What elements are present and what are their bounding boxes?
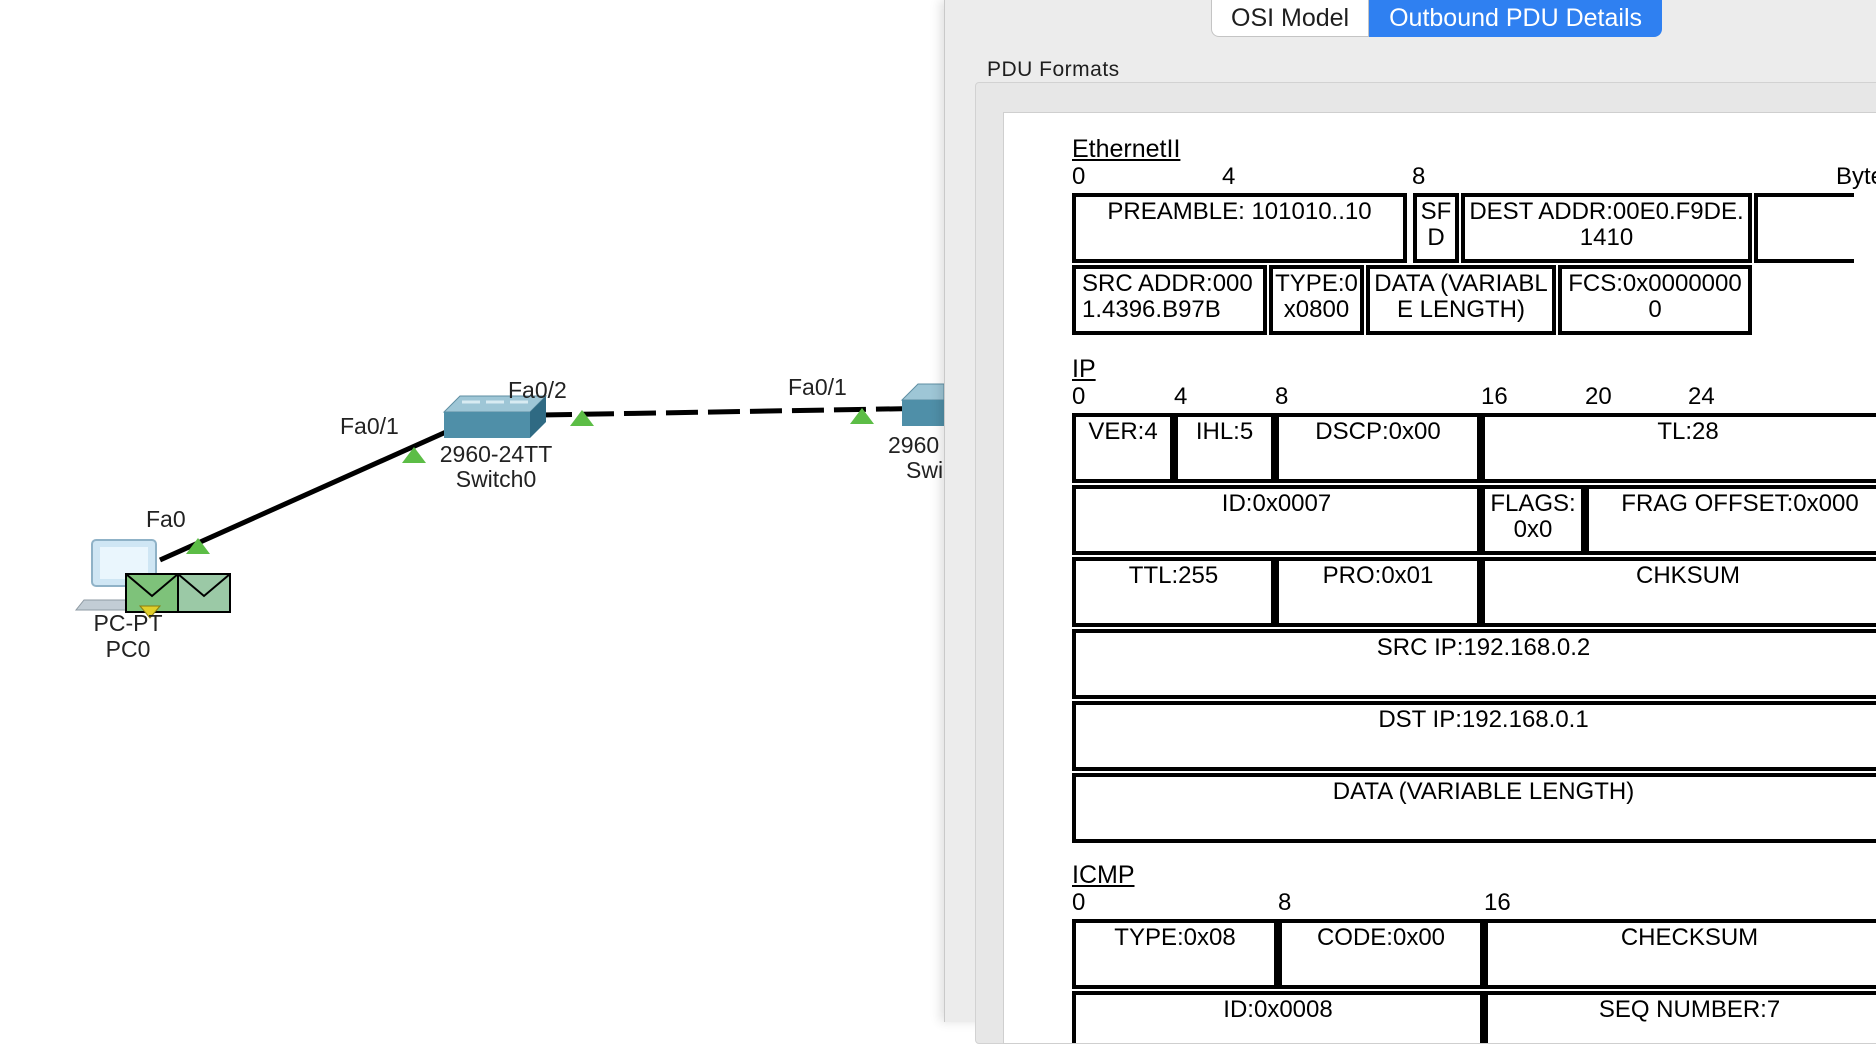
icmp-identifier-field: ID:0x0008 [1072, 991, 1484, 1043]
icmp-section-title: ICMP [1072, 861, 1135, 889]
topology-canvas[interactable]: Fa0/1 Fa0/2 Fa0/1 Fa0 2960-24TT Switch0 … [0, 0, 944, 1022]
port-label-switch0-fa02: Fa0/2 [508, 377, 567, 403]
ethernet-data-field: DATA (VARIABLE LENGTH) [1366, 265, 1556, 335]
ip-destination-address-field: DST IP:192.168.0.1 [1072, 701, 1876, 771]
pdu-formats-label: PDU Formats [987, 58, 1120, 81]
icmp-checksum-field: CHECKSUM [1484, 919, 1876, 989]
tab-outbound-pdu-details[interactable]: Outbound PDU Details [1369, 0, 1663, 37]
ethernet-continuation-field [1754, 193, 1854, 263]
icmp-code-field: CODE:0x00 [1278, 919, 1484, 989]
ethernet-offset: 0 [1072, 163, 1086, 190]
switch1-icon [900, 383, 944, 426]
ip-total-length-field: TL:28 [1481, 413, 1876, 483]
ip-offset: 24 [1688, 383, 1715, 410]
tab-bar: OSI Model Outbound PDU Details [1211, 0, 1663, 37]
icmp-type-field: TYPE:0x08 [1072, 919, 1278, 989]
ip-ihl-field: IHL:5 [1174, 413, 1275, 483]
icmp-offset: 8 [1278, 889, 1292, 916]
ethernet-dest-addr-field: DEST ADDR:00E0.F9DE.1410 [1461, 193, 1752, 263]
ethernet-section-title: EthernetII [1072, 135, 1181, 163]
device-name-pc0: PC0 [105, 636, 151, 662]
ip-identification-field: ID:0x0007 [1072, 485, 1481, 555]
topology-drawing [74, 383, 944, 619]
ethernet-unit-label: Bytes [1836, 163, 1876, 190]
ip-offset: 16 [1481, 383, 1508, 410]
ip-flags-field: FLAGS:0x0 [1481, 485, 1585, 555]
ip-dscp-field: DSCP:0x00 [1275, 413, 1481, 483]
ethernet-type-field: TYPE:0x0800 [1269, 265, 1364, 335]
pdu-information-window: OSI Model Outbound PDU Details PDU Forma… [944, 0, 1876, 1044]
device-model-pc0: PC-PT [93, 610, 163, 636]
ethernet-src-addr-field: SRC ADDR:0001.4396.B97B [1072, 265, 1267, 335]
ip-checksum-field: CHKSUM [1481, 557, 1876, 627]
link-switch0-switch1 [539, 405, 944, 418]
ip-source-address-field: SRC IP:192.168.0.2 [1072, 629, 1876, 699]
ip-fragment-offset-field: FRAG OFFSET:0x000 [1585, 485, 1876, 555]
ip-version-field: VER:4 [1072, 413, 1174, 483]
device-model-switch0: 2960-24TT [439, 441, 553, 467]
pdu-envelope-icon [177, 573, 231, 613]
port-label-switch1-fa01: Fa0/1 [788, 374, 847, 400]
port-label-switch0-fa01: Fa0/1 [340, 413, 399, 439]
ethernet-sfd-field: SFD [1413, 193, 1459, 263]
ip-data-field: DATA (VARIABLE LENGTH) [1072, 773, 1876, 843]
link-pc0-switch0 [158, 429, 448, 563]
icmp-offset: 0 [1072, 889, 1086, 916]
ip-offset: 0 [1072, 383, 1086, 410]
port-label-pc0-fa0: Fa0 [146, 506, 186, 532]
ip-protocol-field: PRO:0x01 [1275, 557, 1481, 627]
ethernet-preamble-field: PREAMBLE: 101010..10 [1072, 193, 1407, 263]
icmp-sequence-number-field: SEQ NUMBER:7 [1484, 991, 1876, 1043]
ethernet-offset: 4 [1222, 163, 1236, 190]
ethernet-offset: 8 [1412, 163, 1426, 190]
ip-offset: 4 [1174, 383, 1188, 410]
device-name-switch0: Switch0 [455, 466, 537, 492]
ip-section-title: IP [1072, 355, 1096, 383]
ip-offset: 8 [1275, 383, 1289, 410]
ip-ttl-field: TTL:255 [1072, 557, 1275, 627]
tab-osi-model[interactable]: OSI Model [1211, 0, 1370, 37]
pdu-formats-scroll-area[interactable]: EthernetII 0 4 8 Bytes PREAMBLE: 101010.… [1003, 112, 1876, 1044]
ip-offset: 20 [1585, 383, 1612, 410]
device-name-switch1: Swi [906, 457, 944, 483]
icmp-offset: 16 [1484, 889, 1511, 916]
ethernet-fcs-field: FCS:0x00000000 [1558, 265, 1752, 335]
device-model-switch1: 2960 [888, 432, 940, 458]
